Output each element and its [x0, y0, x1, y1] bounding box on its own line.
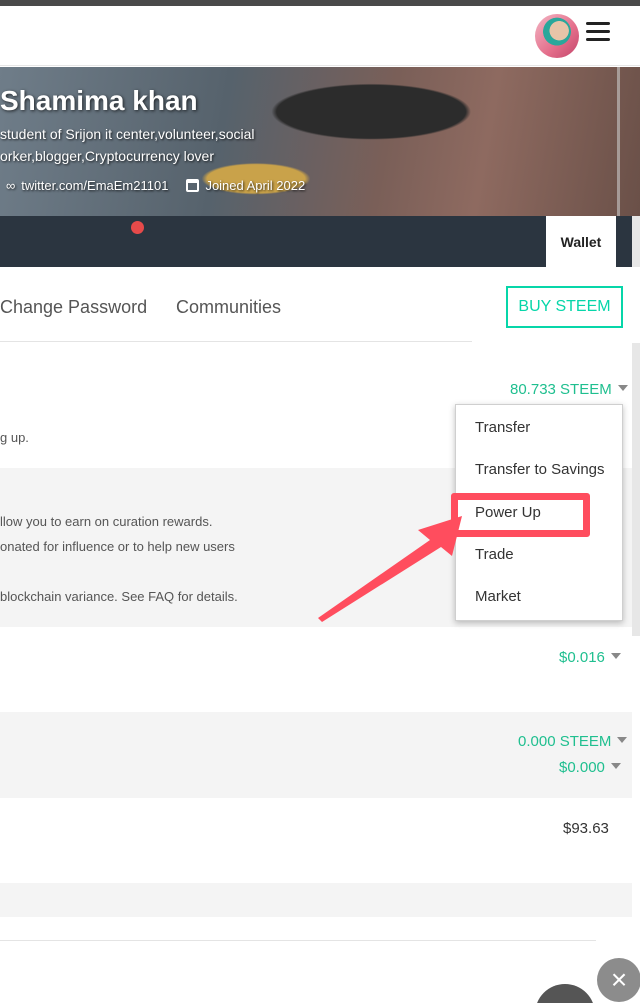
hero-divider	[617, 67, 620, 216]
chevron-down-icon[interactable]	[610, 763, 621, 770]
savings-steem[interactable]: 0.000 STEEM	[518, 733, 628, 750]
footer-band	[0, 883, 632, 917]
sp-description-1: llow you to earn on curation rewards.	[0, 514, 213, 529]
hamburger-icon[interactable]	[586, 20, 612, 42]
power-up-highlight	[451, 493, 590, 537]
tab-communities[interactable]: Communities	[176, 297, 281, 318]
steem-description: g up.	[0, 430, 29, 445]
sp-description-3: blockchain variance. See FAQ for details…	[0, 589, 238, 604]
menu-item-market[interactable]: Market	[475, 588, 521, 605]
buy-steem-button[interactable]: BUY STEEM	[506, 286, 623, 328]
profile-name: Shamima khan	[0, 85, 198, 116]
tabs-divider	[0, 341, 472, 342]
profile-joined-text: Joined April 2022	[205, 178, 306, 193]
steem-balance-value[interactable]: 80.733 STEEM	[510, 381, 612, 398]
estimated-row: $93.63	[0, 798, 632, 883]
close-icon-glyph[interactable]: ×	[611, 964, 627, 996]
profile-joined: Joined April 2022	[186, 178, 305, 193]
sbd-balance[interactable]: $0.016	[559, 649, 621, 666]
steem-balance[interactable]: 80.733 STEEM	[510, 381, 628, 398]
floating-action-button[interactable]	[535, 984, 595, 1003]
sbd-balance-value[interactable]: $0.016	[559, 649, 605, 666]
avatar[interactable]	[535, 14, 579, 58]
menu-item-transfer[interactable]: Transfer	[475, 419, 530, 436]
close-icon[interactable]: ×	[597, 958, 640, 1002]
tab-wallet[interactable]: Wallet	[546, 216, 616, 267]
profile-nav: Wallet	[0, 216, 640, 267]
profile-meta: ∞ twitter.com/EmaEm21101 Joined April 20…	[6, 178, 305, 193]
wallet-tabs: Change Password Communities BUY STEEM	[0, 267, 640, 343]
chevron-down-icon[interactable]	[610, 653, 621, 660]
savings-steem-value[interactable]: 0.000 STEEM	[518, 733, 611, 750]
calendar-icon	[186, 179, 200, 192]
menu-item-transfer-to-savings[interactable]: Transfer to Savings	[475, 461, 605, 478]
profile-link-text[interactable]: twitter.com/EmaEm21101	[21, 178, 168, 193]
sp-description-2: onated for influence or to help new user…	[0, 539, 235, 554]
savings-usd[interactable]: $0.000	[559, 759, 621, 776]
top-bar	[0, 6, 640, 66]
savings-row: 0.000 STEEM $0.000	[0, 712, 632, 798]
tab-change-password[interactable]: Change Password	[0, 297, 147, 318]
link-icon: ∞	[6, 178, 16, 193]
sbd-row: $0.016	[0, 627, 632, 712]
chevron-down-icon[interactable]	[617, 737, 628, 744]
savings-usd-value[interactable]: $0.000	[559, 759, 605, 776]
profile-hero: Shamima khan student of Srijon it center…	[0, 67, 640, 216]
notification-dot	[131, 221, 144, 234]
divider	[0, 940, 596, 941]
profile-bio: student of Srijon it center,volunteer,so…	[0, 126, 255, 164]
menu-item-trade[interactable]: Trade	[475, 546, 514, 563]
chevron-down-icon[interactable]	[617, 385, 628, 392]
profile-link[interactable]: ∞ twitter.com/EmaEm21101	[6, 178, 168, 193]
estimated-value: $93.63	[563, 820, 609, 837]
